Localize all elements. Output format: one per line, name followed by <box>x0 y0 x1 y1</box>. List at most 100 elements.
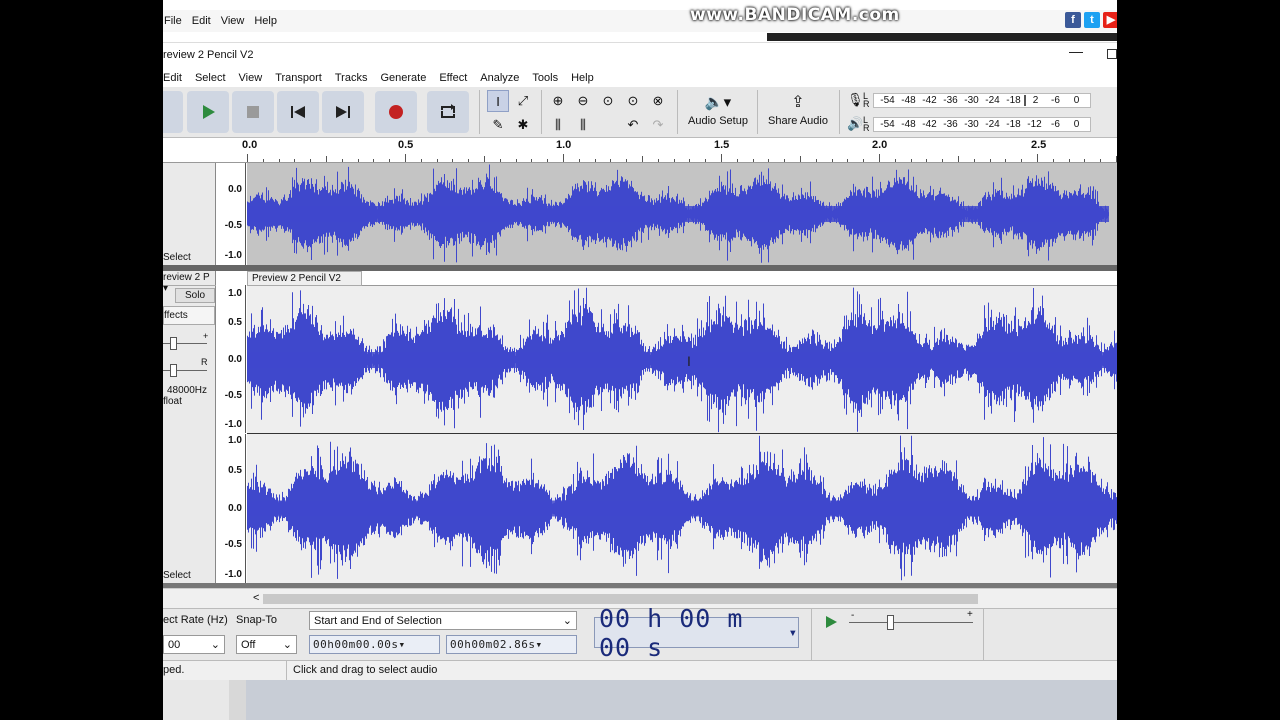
menu-transport[interactable]: Transport <box>275 72 328 84</box>
envelope-icon: ⤢ <box>517 93 529 108</box>
menu-help[interactable]: Help <box>571 72 600 84</box>
share-audio-button[interactable]: ⇪ Share Audio <box>765 91 831 135</box>
selection-tool[interactable]: I <box>487 90 509 112</box>
meter-tick: -6 <box>1051 118 1060 130</box>
track1-waveform[interactable] <box>247 163 1117 265</box>
skip-start-button[interactable] <box>277 91 319 133</box>
speed-plus-label: + <box>967 609 973 620</box>
youtube-icon[interactable]: ▶ <box>1103 12 1117 28</box>
fit-project-button[interactable]: ⊙ <box>622 90 644 112</box>
menu-tracks[interactable]: Tracks <box>335 72 374 84</box>
ruler-tick <box>657 159 659 162</box>
speed-slider-thumb[interactable] <box>887 615 894 630</box>
outer-menu-help[interactable]: Help <box>253 15 278 27</box>
redo-icon: ↷ <box>652 117 664 132</box>
stop-icon <box>247 106 259 118</box>
outer-menu-file[interactable]: File <box>163 15 183 27</box>
outer-menu-edit[interactable]: Edit <box>191 15 212 27</box>
meter-tick: -42 <box>922 94 937 106</box>
twitter-icon[interactable]: t <box>1084 12 1100 28</box>
multi-tool[interactable]: ✱ <box>512 114 534 136</box>
toolbar-separator <box>479 90 480 134</box>
speed-slider-track[interactable] <box>849 622 973 623</box>
menu-effect[interactable]: Effect <box>439 72 473 84</box>
clip-name-label[interactable]: Preview 2 Pencil V2 <box>247 271 362 286</box>
solo-button[interactable]: Solo <box>175 288 215 303</box>
effects-button[interactable]: ffects <box>163 306 215 325</box>
menu-edit[interactable]: Edit <box>163 72 188 84</box>
undo-button[interactable]: ↶ <box>622 114 644 136</box>
ruler-label: 2.5 <box>1031 139 1047 151</box>
audio-setup-button[interactable]: 🔈▾ Audio Setup <box>685 91 751 135</box>
ruler-tick <box>547 159 549 162</box>
meter-tick: -48 <box>901 118 916 130</box>
selection-start-time[interactable]: 00h00m00.00s ▾ <box>309 635 440 654</box>
zoom-in-button[interactable]: ⊕ <box>547 90 569 112</box>
draw-tool[interactable]: ✎ <box>487 114 509 136</box>
pan-slider-thumb[interactable] <box>170 364 177 377</box>
ruler-tick <box>484 156 485 162</box>
track2-control-panel[interactable]: review 2 P ▾ Solo ffects + R 48000Hz flo… <box>163 271 216 583</box>
record-meter[interactable]: 🎙 LR -54 -48 -42 -36 -30 -24 -18 2 -6 0 <box>847 91 1091 109</box>
zoom-toggle-button[interactable]: ⊗ <box>647 90 669 112</box>
stop-button[interactable] <box>232 91 274 133</box>
ruler-tick <box>278 159 280 162</box>
audio-position-time[interactable]: 00 h 00 m 00 s ▾ <box>594 604 799 662</box>
track2-left-waveform-graphic <box>247 287 1117 433</box>
outer-menu-view[interactable]: View <box>220 15 246 27</box>
menu-view[interactable]: View <box>239 72 269 84</box>
selection-start-value: 00h00m00.00s <box>313 638 399 651</box>
play-button[interactable] <box>187 91 229 133</box>
fit-selection-button[interactable]: ⊙ <box>597 90 619 112</box>
minimize-button[interactable]: — <box>1069 43 1083 59</box>
skip-end-button[interactable] <box>322 91 364 133</box>
envelope-tool[interactable]: ⤢ <box>512 90 534 112</box>
ruler-tick <box>262 159 264 162</box>
project-rate-label: ect Rate (Hz) <box>163 614 228 626</box>
share-audio-label: Share Audio <box>768 115 828 127</box>
timeline-ruler[interactable]: 0.0 0.5 1.0 1.5 2.0 2.5 <box>163 139 1117 163</box>
scrollbar-thumb[interactable] <box>263 594 978 604</box>
meter-tick: -18 <box>1006 118 1021 130</box>
facebook-icon[interactable]: f <box>1065 12 1081 28</box>
redo-button[interactable]: ↷ <box>647 114 669 136</box>
ruler-tick <box>1005 159 1007 162</box>
maximize-button[interactable] <box>1107 49 1117 59</box>
ruler-tick <box>563 154 564 162</box>
track1-select-button[interactable]: Select <box>163 252 191 263</box>
track2-name-button[interactable]: review 2 P ▾ <box>163 272 216 294</box>
track1-control-panel[interactable]: Select <box>163 163 216 265</box>
zoom-out-button[interactable]: ⊖ <box>572 90 594 112</box>
track2-right-waveform[interactable] <box>247 434 1117 583</box>
selection-end-time[interactable]: 00h00m02.86s ▾ <box>446 635 577 654</box>
meter-tick: -54 <box>880 118 895 130</box>
menu-tools[interactable]: Tools <box>532 72 564 84</box>
ruler-tick <box>420 159 422 162</box>
playback-meter[interactable]: 🔊 LR -54 -48 -42 -36 -30 -24 -18 -12 -6 … <box>847 115 1091 133</box>
record-button[interactable] <box>375 91 417 133</box>
track2-left-waveform[interactable] <box>247 285 1117 433</box>
menu-select[interactable]: Select <box>195 72 232 84</box>
project-rate-select[interactable]: 00 ⌄ <box>163 635 225 654</box>
snap-to-select[interactable]: Off ⌄ <box>236 635 297 654</box>
play-at-speed-button[interactable] <box>820 612 842 632</box>
zoom-toggle-icon: ⊗ <box>652 93 664 108</box>
track2-select-button[interactable]: Select <box>163 570 191 581</box>
silence-button[interactable]: ⫼ <box>572 114 594 136</box>
track2-upper-scale: 1.0 0.5 0.0 -0.5 -1.0 <box>216 285 246 433</box>
scroll-left-arrow-icon[interactable]: < <box>253 592 259 604</box>
ruler-label: 1.0 <box>556 139 572 151</box>
loop-button[interactable] <box>427 91 469 133</box>
scale-label: -1.0 <box>224 569 242 580</box>
ruler-tick <box>531 159 533 162</box>
pause-button[interactable] <box>163 91 183 133</box>
track1-amplitude-scale: 0.0 -0.5 -1.0 <box>216 163 246 265</box>
trim-button[interactable]: ⫼ <box>547 114 569 136</box>
waveform-rms-band <box>247 500 1117 517</box>
selection-mode-select[interactable]: Start and End of Selection ⌄ <box>309 611 577 630</box>
menu-analyze[interactable]: Analyze <box>480 72 525 84</box>
ruler-tick <box>673 159 675 162</box>
menu-generate[interactable]: Generate <box>380 72 432 84</box>
loop-icon <box>441 104 455 118</box>
gain-slider-thumb[interactable] <box>170 337 177 350</box>
